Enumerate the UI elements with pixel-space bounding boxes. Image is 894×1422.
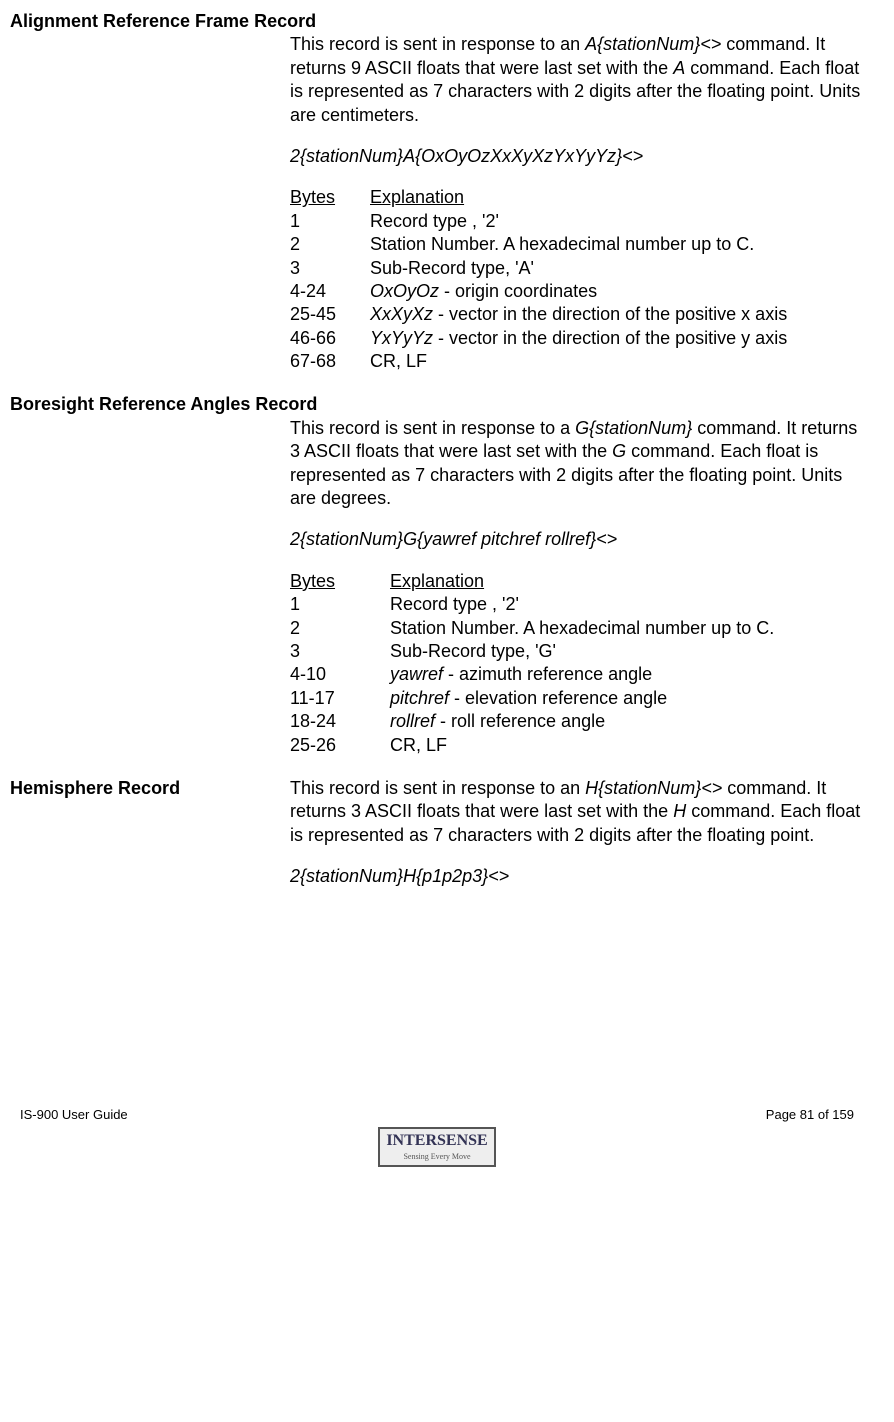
byte-explanation: Sub-Record type, 'G' <box>390 640 864 663</box>
byte-explanation: XxXyXz - vector in the direction of the … <box>370 303 864 326</box>
byte-range: 11-17 <box>290 687 390 710</box>
logo-container: INTERSENSE Sensing Every Move <box>10 1127 864 1166</box>
byte-explanation: Record type , '2' <box>370 210 864 233</box>
bytes-header: Bytes <box>290 570 390 593</box>
byte-explanation: pitchref - elevation reference angle <box>390 687 864 710</box>
byte-range: 46-66 <box>290 327 370 350</box>
byte-table-row: 46-66 YxYyYz - vector in the direction o… <box>290 327 864 350</box>
section-title: Alignment Reference Frame Record <box>10 10 864 33</box>
byte-table-row: 18-24rollref - roll reference angle <box>290 710 864 733</box>
byte-param: pitchref <box>390 688 449 708</box>
bytes-header: Bytes <box>290 186 370 209</box>
byte-table-row: 3Sub-Record type, 'G' <box>290 640 864 663</box>
byte-explanation: rollref - roll reference angle <box>390 710 864 733</box>
syntax-line: 2{stationNum}G{yawref pitchref rollref}<… <box>290 528 864 551</box>
byte-explanation: Station Number. A hexadecimal number up … <box>390 617 864 640</box>
command-ref: G{stationNum} <box>575 418 692 438</box>
byte-explanation: Record type , '2' <box>390 593 864 616</box>
command-ref: A{stationNum}<> <box>585 34 721 54</box>
byte-param: rollref <box>390 711 435 731</box>
footer-left: IS-900 User Guide <box>20 1107 128 1124</box>
byte-range: 67-68 <box>290 350 370 373</box>
section-intro: This record is sent in response to an A{… <box>290 33 864 127</box>
section-body: This record is sent in response to an H{… <box>290 777 864 907</box>
byte-param: XxXyXz <box>370 304 433 324</box>
footer-right: Page 81 of 159 <box>766 1107 854 1124</box>
byte-table-row: 2Station Number. A hexadecimal number up… <box>290 233 864 256</box>
byte-explanation: Sub-Record type, 'A' <box>370 257 864 280</box>
command-ref-short: G <box>612 441 626 461</box>
page-footer: IS-900 User Guide Page 81 of 159 <box>10 1107 864 1124</box>
byte-explanation: Station Number. A hexadecimal number up … <box>370 233 864 256</box>
explanation-header: Explanation <box>370 186 864 209</box>
byte-explanation: CR, LF <box>370 350 864 373</box>
byte-range: 3 <box>290 640 390 663</box>
byte-table-row: 67-68CR, LF <box>290 350 864 373</box>
byte-explanation: CR, LF <box>390 734 864 757</box>
command-ref-short: A <box>673 58 685 78</box>
doc-section: Alignment Reference Frame RecordThis rec… <box>10 10 864 373</box>
byte-range: 18-24 <box>290 710 390 733</box>
syntax-line: 2{stationNum}A{OxOyOzXxXyXzYxYyYz}<> <box>290 145 864 168</box>
section-intro: This record is sent in response to a G{s… <box>290 417 864 511</box>
byte-table: BytesExplanation1Record type , '2'2Stati… <box>290 186 864 373</box>
byte-table-row: 4-10yawref - azimuth reference angle <box>290 663 864 686</box>
syntax-line: 2{stationNum}H{p1p2p3}<> <box>290 865 864 888</box>
byte-range: 1 <box>290 593 390 616</box>
logo-subtitle: Sensing Every Move <box>386 1152 487 1162</box>
byte-range: 2 <box>290 617 390 640</box>
logo: INTERSENSE Sensing Every Move <box>378 1127 495 1166</box>
logo-text: INTERSENSE <box>386 1132 487 1149</box>
byte-table: BytesExplanation1Record type , '2'2Stati… <box>290 570 864 757</box>
byte-param: OxOyOz <box>370 281 439 301</box>
command-ref: H{stationNum}<> <box>585 778 722 798</box>
byte-table-row: 25-26CR, LF <box>290 734 864 757</box>
section-title: Hemisphere Record <box>10 777 290 800</box>
byte-table-row: 11-17pitchref - elevation reference angl… <box>290 687 864 710</box>
byte-range: 2 <box>290 233 370 256</box>
byte-param: yawref <box>390 664 443 684</box>
byte-table-header: BytesExplanation <box>290 186 864 209</box>
byte-table-row: 25-45XxXyXz - vector in the direction of… <box>290 303 864 326</box>
section-body: This record is sent in response to a G{s… <box>290 417 864 757</box>
byte-range: 1 <box>290 210 370 233</box>
byte-param: YxYyYz <box>370 328 433 348</box>
byte-table-row: 1Record type , '2' <box>290 210 864 233</box>
byte-table-header: BytesExplanation <box>290 570 864 593</box>
section-body: This record is sent in response to an A{… <box>290 33 864 373</box>
byte-range: 25-26 <box>290 734 390 757</box>
byte-range: 25-45 <box>290 303 370 326</box>
byte-explanation: yawref - azimuth reference angle <box>390 663 864 686</box>
section-intro: This record is sent in response to an H{… <box>290 777 864 847</box>
explanation-header: Explanation <box>390 570 864 593</box>
byte-range: 3 <box>290 257 370 280</box>
byte-explanation: YxYyYz - vector in the direction of the … <box>370 327 864 350</box>
command-ref-short: H <box>673 801 686 821</box>
byte-explanation: OxOyOz - origin coordinates <box>370 280 864 303</box>
doc-section: Boresight Reference Angles RecordThis re… <box>10 393 864 756</box>
byte-table-row: 3Sub-Record type, 'A' <box>290 257 864 280</box>
byte-range: 4-10 <box>290 663 390 686</box>
section-title: Boresight Reference Angles Record <box>10 393 864 416</box>
doc-section: Hemisphere RecordThis record is sent in … <box>10 777 864 907</box>
byte-range: 4-24 <box>290 280 370 303</box>
byte-table-row: 1Record type , '2' <box>290 593 864 616</box>
byte-table-row: 2Station Number. A hexadecimal number up… <box>290 617 864 640</box>
byte-table-row: 4-24OxOyOz - origin coordinates <box>290 280 864 303</box>
